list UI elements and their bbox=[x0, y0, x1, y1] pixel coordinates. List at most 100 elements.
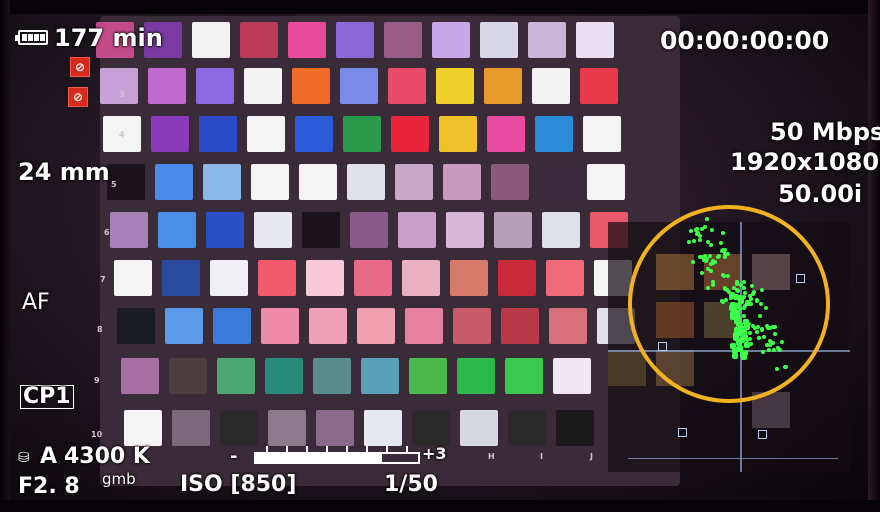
color-patch bbox=[124, 410, 162, 446]
color-patch bbox=[206, 212, 244, 248]
color-patch bbox=[172, 410, 210, 446]
color-patch bbox=[202, 164, 241, 200]
color-patch bbox=[288, 22, 326, 58]
color-patch bbox=[312, 358, 351, 394]
color-temperature: 4300 K bbox=[64, 444, 150, 469]
color-patch bbox=[487, 116, 525, 152]
color-patch bbox=[538, 164, 577, 200]
color-patch bbox=[154, 164, 193, 200]
color-patch bbox=[243, 68, 282, 104]
color-patch bbox=[120, 358, 159, 394]
color-patch bbox=[446, 212, 484, 248]
color-patch bbox=[357, 308, 395, 344]
screen-bezel-right bbox=[868, 0, 880, 512]
focus-mode: AF bbox=[22, 290, 50, 315]
color-patch bbox=[209, 260, 248, 296]
color-patch bbox=[339, 68, 378, 104]
color-patch bbox=[168, 358, 207, 394]
color-patch bbox=[497, 260, 536, 296]
exposure-meter-tick bbox=[386, 446, 388, 452]
color-patch bbox=[295, 116, 333, 152]
camera-viewfinder: 3 4 5 6 7 8 9 10 H I J 177 min ⊘ ⊘ 24 mm… bbox=[0, 0, 880, 512]
color-patch bbox=[192, 22, 230, 58]
exposure-meter-tick bbox=[266, 446, 268, 452]
color-patch bbox=[483, 68, 522, 104]
battery-cell bbox=[22, 34, 27, 41]
color-patch bbox=[586, 164, 625, 200]
color-patch bbox=[309, 308, 347, 344]
exposure-meter-tick bbox=[406, 446, 408, 452]
color-patch bbox=[165, 308, 203, 344]
color-patch bbox=[364, 410, 402, 446]
battery-cell bbox=[40, 34, 45, 41]
color-patch bbox=[261, 308, 299, 344]
exposure-meter-tick bbox=[286, 446, 288, 452]
screen-bezel-left bbox=[0, 0, 10, 512]
color-patch bbox=[531, 68, 570, 104]
color-patch bbox=[250, 164, 289, 200]
color-patch bbox=[264, 358, 303, 394]
color-patch bbox=[412, 410, 450, 446]
battery-icon bbox=[15, 30, 48, 45]
focal-length: 24 mm bbox=[18, 158, 110, 186]
color-patch bbox=[442, 164, 481, 200]
color-patch bbox=[542, 212, 580, 248]
color-patch bbox=[213, 308, 251, 344]
custom-picture-badge: CP1 bbox=[20, 385, 74, 409]
color-patch bbox=[552, 358, 591, 394]
color-patch bbox=[353, 260, 392, 296]
color-patch bbox=[401, 260, 440, 296]
speaker-off-icon: ⊘ bbox=[68, 87, 88, 107]
color-patch bbox=[504, 358, 543, 394]
color-patch bbox=[394, 164, 433, 200]
iso-value: ISO [850] bbox=[180, 472, 297, 497]
color-patch bbox=[405, 308, 443, 344]
color-patch bbox=[549, 308, 587, 344]
color-patch bbox=[360, 358, 399, 394]
color-patch bbox=[435, 68, 474, 104]
color-patch bbox=[195, 68, 234, 104]
color-patch bbox=[391, 116, 429, 152]
exposure-meter-tick bbox=[326, 446, 328, 452]
vectorscope-scale-line bbox=[628, 458, 838, 459]
screen-bezel-bottom bbox=[0, 500, 880, 512]
color-patch bbox=[439, 116, 477, 152]
exposure-meter bbox=[254, 446, 420, 464]
color-patch bbox=[240, 22, 278, 58]
color-patch bbox=[384, 22, 422, 58]
chart-column-letter: I bbox=[540, 452, 543, 461]
color-patch bbox=[480, 22, 518, 58]
exposure-plus-label: +3 bbox=[422, 444, 447, 463]
color-patch bbox=[305, 260, 344, 296]
white-balance-icon: ⛁ bbox=[18, 450, 30, 466]
color-patch bbox=[490, 164, 529, 200]
color-patch bbox=[291, 68, 330, 104]
color-patch bbox=[508, 410, 546, 446]
exposure-meter-tick bbox=[346, 446, 348, 452]
color-patch bbox=[117, 308, 155, 344]
frame-rate: 50.00i bbox=[778, 180, 863, 208]
color-patch bbox=[216, 358, 255, 394]
chart-row-number: 10 bbox=[91, 430, 103, 439]
chart-row-number: 5 bbox=[111, 180, 117, 189]
color-patch bbox=[460, 410, 498, 446]
color-patch bbox=[545, 260, 584, 296]
shutter-speed: 1/50 bbox=[384, 472, 438, 497]
color-patch bbox=[268, 410, 306, 446]
color-patch bbox=[343, 116, 381, 152]
chart-row-number: 9 bbox=[94, 376, 100, 385]
color-patch bbox=[501, 308, 539, 344]
color-patch bbox=[387, 68, 426, 104]
color-patch bbox=[453, 308, 491, 344]
color-patch bbox=[456, 358, 495, 394]
resolution: 1920x1080 bbox=[730, 148, 880, 176]
color-patch bbox=[316, 410, 354, 446]
exposure-meter-tick bbox=[306, 446, 308, 452]
exposure-meter-tick bbox=[366, 446, 368, 452]
screen-bezel-top bbox=[0, 0, 880, 14]
color-patch bbox=[449, 260, 488, 296]
color-patch bbox=[408, 358, 447, 394]
color-patch bbox=[494, 212, 532, 248]
color-patch bbox=[254, 212, 292, 248]
color-patch bbox=[398, 212, 436, 248]
